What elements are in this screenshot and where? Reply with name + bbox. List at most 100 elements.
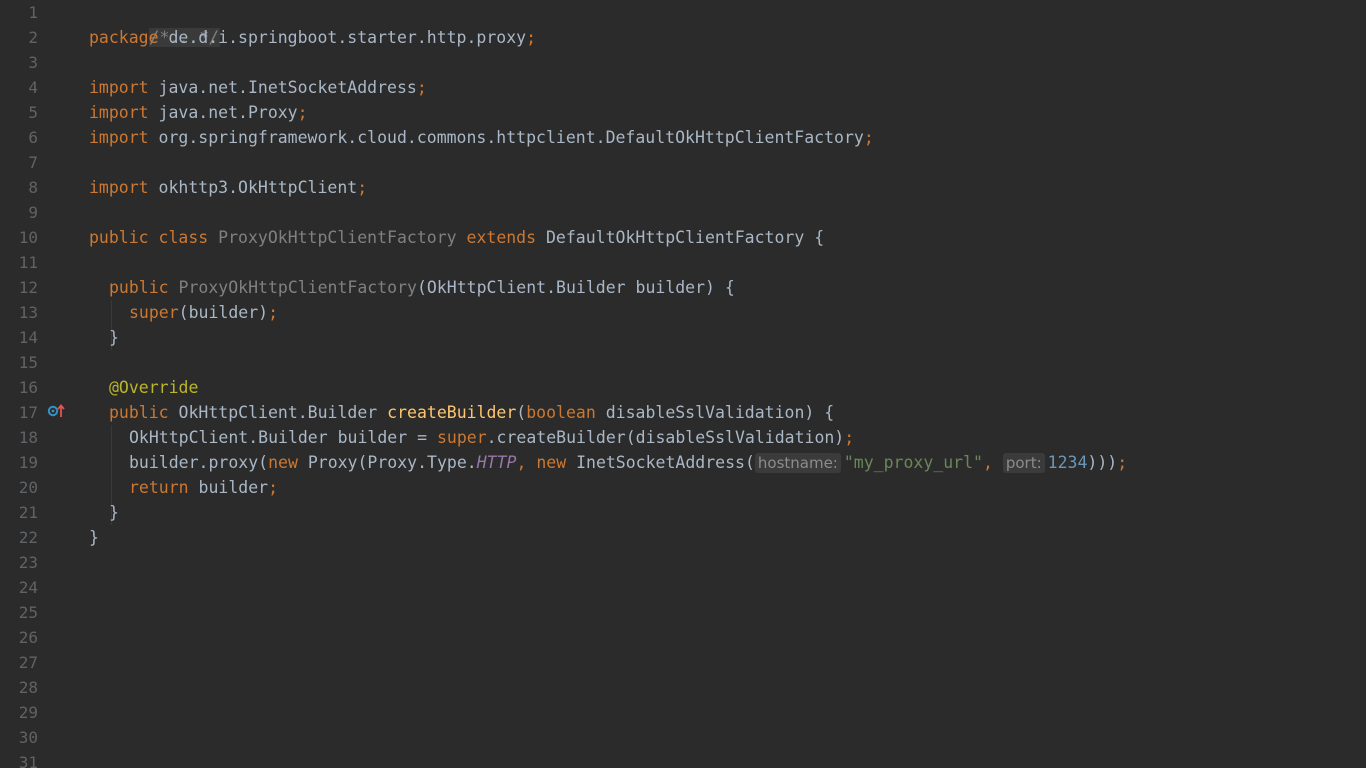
code-line-16[interactable]: @Override (109, 375, 198, 400)
semicolon: ; (268, 303, 279, 322)
line-number[interactable]: 8 (0, 175, 38, 200)
code-line-8[interactable]: import okhttp3.OkHttpClient; (89, 175, 367, 200)
code-line-1[interactable]: /*...*/ (89, 0, 221, 47)
keyword: public (109, 278, 169, 297)
code-line-2[interactable]: package de.d.i.springboot.starter.http.p… (89, 25, 536, 50)
line-number[interactable]: 26 (0, 625, 38, 650)
keyword: return (129, 478, 189, 497)
line-number[interactable]: 10 (0, 225, 38, 250)
keyword: import (89, 103, 149, 122)
import-name: java.net.InetSocketAddress (148, 78, 417, 97)
line-number[interactable]: 16 (0, 375, 38, 400)
line-number[interactable]: 2 (0, 25, 38, 50)
override-method-icon[interactable] (47, 403, 65, 419)
keyword: public (109, 403, 169, 422)
line-number[interactable]: 9 (0, 200, 38, 225)
line-number[interactable]: 7 (0, 150, 38, 175)
code-line-4[interactable]: import java.net.InetSocketAddress; (89, 75, 427, 100)
code-line-13[interactable]: super(builder); (129, 300, 278, 325)
return-value: builder (188, 478, 269, 497)
class-name: ProxyOkHttpClientFactory (218, 228, 457, 247)
keyword: super (436, 428, 487, 447)
line-number[interactable]: 5 (0, 100, 38, 125)
keyword: public (89, 228, 149, 247)
open-paren: ( (516, 403, 527, 422)
line-number[interactable]: 30 (0, 725, 38, 750)
code-line-21[interactable]: } (109, 500, 119, 525)
line-number[interactable]: 25 (0, 600, 38, 625)
line-number[interactable]: 6 (0, 125, 38, 150)
constructor-params: (OkHttpClient.Builder builder) { (416, 278, 735, 297)
keyword: package (89, 28, 159, 47)
line-number[interactable]: 20 (0, 475, 38, 500)
closing-brace: } (109, 503, 119, 522)
annotation: @Override (109, 378, 199, 397)
return-type: OkHttpClient.Builder (168, 403, 388, 422)
import-name: org.springframework.cloud.commons.httpcl… (148, 128, 864, 147)
code-line-6[interactable]: import org.springframework.cloud.commons… (89, 125, 874, 150)
line-number[interactable]: 3 (0, 50, 38, 75)
semicolon: ; (297, 103, 308, 122)
keyword: import (89, 78, 149, 97)
constructor-call: Proxy(Proxy.Type. (297, 453, 477, 472)
line-number[interactable]: 14 (0, 325, 38, 350)
code-line-17[interactable]: public OkHttpClient.Builder createBuilde… (109, 400, 834, 425)
semicolon: ; (357, 178, 368, 197)
code-line-14[interactable]: } (109, 325, 119, 350)
parameter-hint-port: port: (1002, 453, 1045, 473)
line-number[interactable]: 22 (0, 525, 38, 550)
line-number[interactable]: 18 (0, 425, 38, 450)
line-number[interactable]: 23 (0, 550, 38, 575)
keyword: new (268, 453, 298, 472)
method-call: .createBuilder(disableSslValidation) (486, 428, 845, 447)
line-number[interactable]: 29 (0, 700, 38, 725)
keyword: new (536, 453, 567, 472)
closing-parens: ))) (1087, 453, 1118, 472)
line-number[interactable]: 12 (0, 275, 38, 300)
parameter-hint-hostname: hostname: (754, 453, 841, 473)
package-name: de.d.i.springboot.starter.http.proxy (158, 28, 527, 47)
code-line-19[interactable]: builder.proxy(new Proxy(Proxy.Type.HTTP,… (129, 450, 1127, 475)
method-call: builder.proxy( (129, 453, 269, 472)
line-number[interactable]: 21 (0, 500, 38, 525)
line-number[interactable]: 17 (0, 400, 38, 425)
line-number[interactable]: 13 (0, 300, 38, 325)
code-content[interactable]: /*...*/ package de.d.i.springboot.starte… (89, 0, 1359, 768)
line-number-gutter[interactable]: 1 2 3 4 5 6 7 8 9 10 11 12 13 14 15 16 17 18 19 20 21 22 23 24 2… (0, 0, 80, 768)
code-line-10[interactable]: public class ProxyOkHttpClientFactory ex… (89, 225, 824, 250)
line-number[interactable]: 28 (0, 675, 38, 700)
constructor-call: InetSocketAddress( (566, 453, 755, 472)
code-line-22[interactable]: } (89, 525, 99, 550)
enum-constant: HTTP (476, 453, 517, 472)
keyword: extends (466, 228, 537, 247)
import-name: java.net.Proxy (148, 103, 298, 122)
keyword: boolean (526, 403, 596, 422)
comma: , (982, 453, 993, 472)
line-number[interactable]: 4 (0, 75, 38, 100)
line-number[interactable]: 31 (0, 750, 38, 768)
code-editor[interactable]: 1 2 3 4 5 6 7 8 9 10 11 12 13 14 15 16 17 18 19 20 21 22 23 24 2… (0, 0, 1366, 768)
line-number[interactable]: 19 (0, 450, 38, 475)
line-number[interactable]: 1 (0, 0, 38, 25)
code-line-18[interactable]: OkHttpClient.Builder builder = super.cre… (129, 425, 854, 450)
line-number[interactable]: 15 (0, 350, 38, 375)
code-line-12[interactable]: public ProxyOkHttpClientFactory(OkHttpCl… (109, 275, 735, 300)
semicolon: ; (416, 78, 427, 97)
import-name: okhttp3.OkHttpClient (148, 178, 358, 197)
keyword: class (158, 228, 209, 247)
semicolon: ; (526, 28, 537, 47)
keyword: import (89, 178, 149, 197)
keyword: super (129, 303, 179, 322)
line-number[interactable]: 11 (0, 250, 38, 275)
number-literal: 1234 (1047, 453, 1088, 472)
code-line-20[interactable]: return builder; (129, 475, 278, 500)
line-number[interactable]: 24 (0, 575, 38, 600)
code-line-5[interactable]: import java.net.Proxy; (89, 100, 308, 125)
line-number[interactable]: 27 (0, 650, 38, 675)
method-params: disableSslValidation) { (595, 403, 835, 422)
